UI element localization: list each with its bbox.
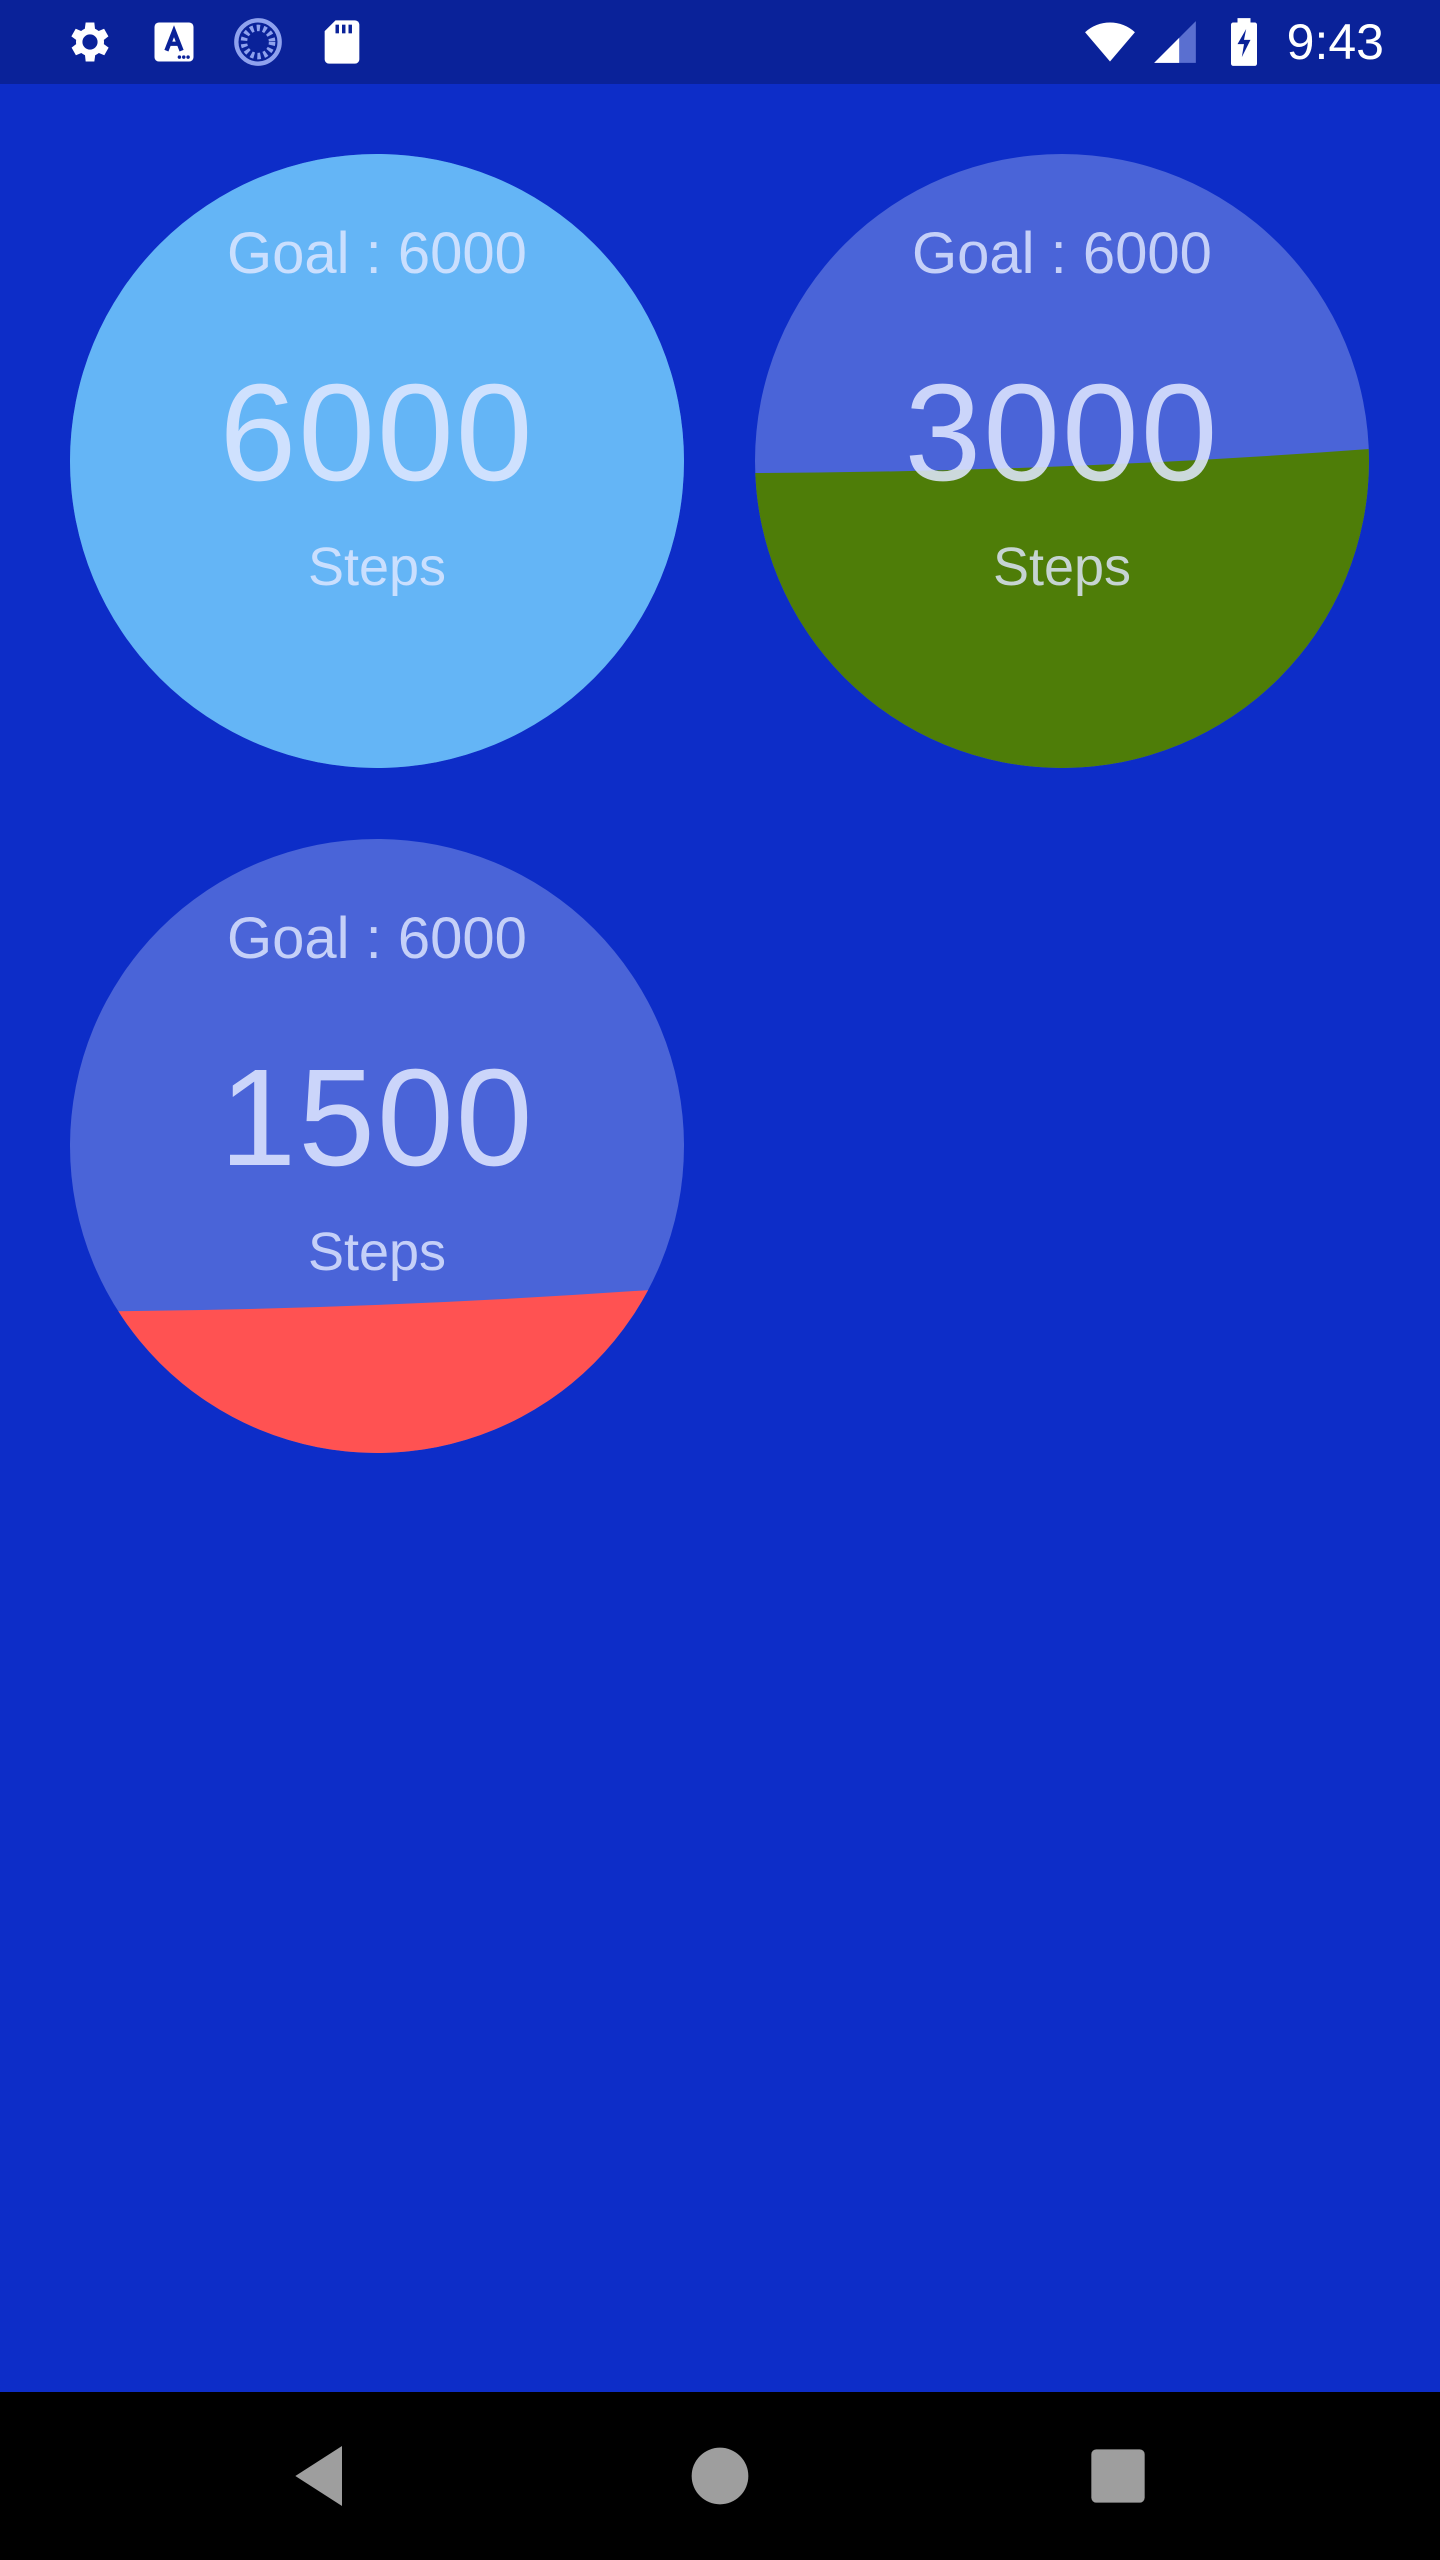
gauge-unit-label: Steps <box>992 537 1132 597</box>
gauge-grid: Goal : 6000 6000 Steps Goal : 6000 3000 … <box>0 84 1440 2392</box>
text-a-icon <box>148 16 200 68</box>
gauge-unit-label: Steps <box>307 1222 447 1282</box>
recents-icon[interactable] <box>1078 2436 1158 2516</box>
battery-charging-icon <box>1222 16 1266 68</box>
gauge-step-count: 1500 <box>219 1041 535 1195</box>
home-icon[interactable] <box>680 2436 760 2516</box>
back-icon[interactable] <box>282 2436 362 2516</box>
gauge-fill <box>70 1287 684 1453</box>
step-gauge-3[interactable]: Goal : 6000 1500 Steps <box>70 839 684 1453</box>
sd-card-icon <box>316 16 368 68</box>
gauge-goal-label: Goal : 6000 <box>227 221 527 286</box>
gauge-step-count: 3000 <box>904 356 1220 510</box>
gauge-unit-label: Steps <box>307 537 447 597</box>
gauge-goal-label: Goal : 6000 <box>912 221 1212 286</box>
step-gauge-2[interactable]: Goal : 6000 3000 Steps <box>755 154 1369 768</box>
gauge-goal-label: Goal : 6000 <box>227 906 527 971</box>
status-clock: 9:43 <box>1286 14 1384 70</box>
step-gauge-1[interactable]: Goal : 6000 6000 Steps <box>70 154 684 768</box>
signal-icon <box>1150 16 1200 68</box>
wifi-icon <box>1078 16 1142 68</box>
gauge-step-count: 6000 <box>219 356 535 510</box>
navigation-bar <box>0 2392 1440 2560</box>
status-bar: 9:43 <box>0 0 1440 84</box>
sync-icon <box>232 16 284 68</box>
settings-icon <box>64 16 116 68</box>
